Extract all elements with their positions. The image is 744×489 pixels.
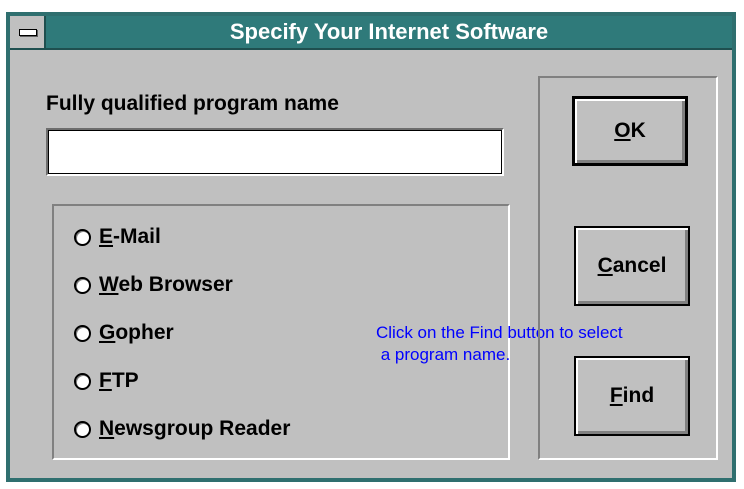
- radio-gopher-label[interactable]: Gopher: [99, 321, 174, 345]
- access-key: O: [614, 119, 631, 142]
- access-key: F: [609, 384, 623, 407]
- title-bar: Specify Your Internet Software: [10, 16, 732, 50]
- radio-email-label[interactable]: E-Mail: [99, 225, 161, 249]
- system-menu-icon[interactable]: [10, 16, 46, 48]
- dialog-window: Specify Your Internet Software Fully qua…: [6, 12, 736, 482]
- program-name-input[interactable]: [46, 128, 504, 176]
- system-menu-bar: [19, 29, 37, 36]
- radio-button-icon[interactable]: [74, 276, 91, 294]
- button-label: ancel: [612, 254, 667, 277]
- radio-button-icon[interactable]: [74, 372, 91, 390]
- ok-button[interactable]: OK: [572, 96, 688, 166]
- radio-ftp-label[interactable]: FTP: [99, 369, 139, 393]
- radio-gopher[interactable]: Gopher: [74, 318, 174, 348]
- label-text: ewsgroup Reader: [114, 417, 291, 440]
- label-text: eb Browser: [118, 273, 233, 296]
- radio-web-browser-label[interactable]: Web Browser: [99, 273, 233, 297]
- label-text: opher: [115, 321, 174, 344]
- program-name-label: Fully qualified program name: [46, 92, 339, 115]
- access-key: W: [99, 273, 119, 296]
- radio-newsgroup-reader[interactable]: Newsgroup Reader: [74, 414, 290, 444]
- find-hint-line-2: a program name.: [376, 345, 511, 364]
- window-title: Specify Your Internet Software: [229, 19, 549, 44]
- radio-ftp[interactable]: FTP: [74, 366, 139, 396]
- radio-email[interactable]: E-Mail: [74, 222, 161, 252]
- radio-newsgroup-reader-label[interactable]: Newsgroup Reader: [99, 417, 290, 441]
- label-text: -Mail: [113, 225, 161, 248]
- cancel-button[interactable]: Cancel: [574, 226, 690, 306]
- label-text: TP: [111, 369, 139, 392]
- access-key: C: [597, 254, 613, 277]
- access-key: F: [99, 369, 112, 392]
- background-strip: [0, 0, 744, 12]
- button-label: ind: [622, 384, 655, 407]
- radio-button-icon[interactable]: [74, 228, 91, 246]
- access-key: E: [99, 225, 114, 248]
- find-button[interactable]: Find: [574, 356, 690, 436]
- access-key: G: [99, 321, 116, 344]
- button-label: K: [630, 119, 646, 142]
- radio-button-icon[interactable]: [74, 420, 91, 438]
- access-key: N: [99, 417, 115, 440]
- radio-web-browser[interactable]: Web Browser: [74, 270, 233, 300]
- radio-button-icon[interactable]: [74, 324, 91, 342]
